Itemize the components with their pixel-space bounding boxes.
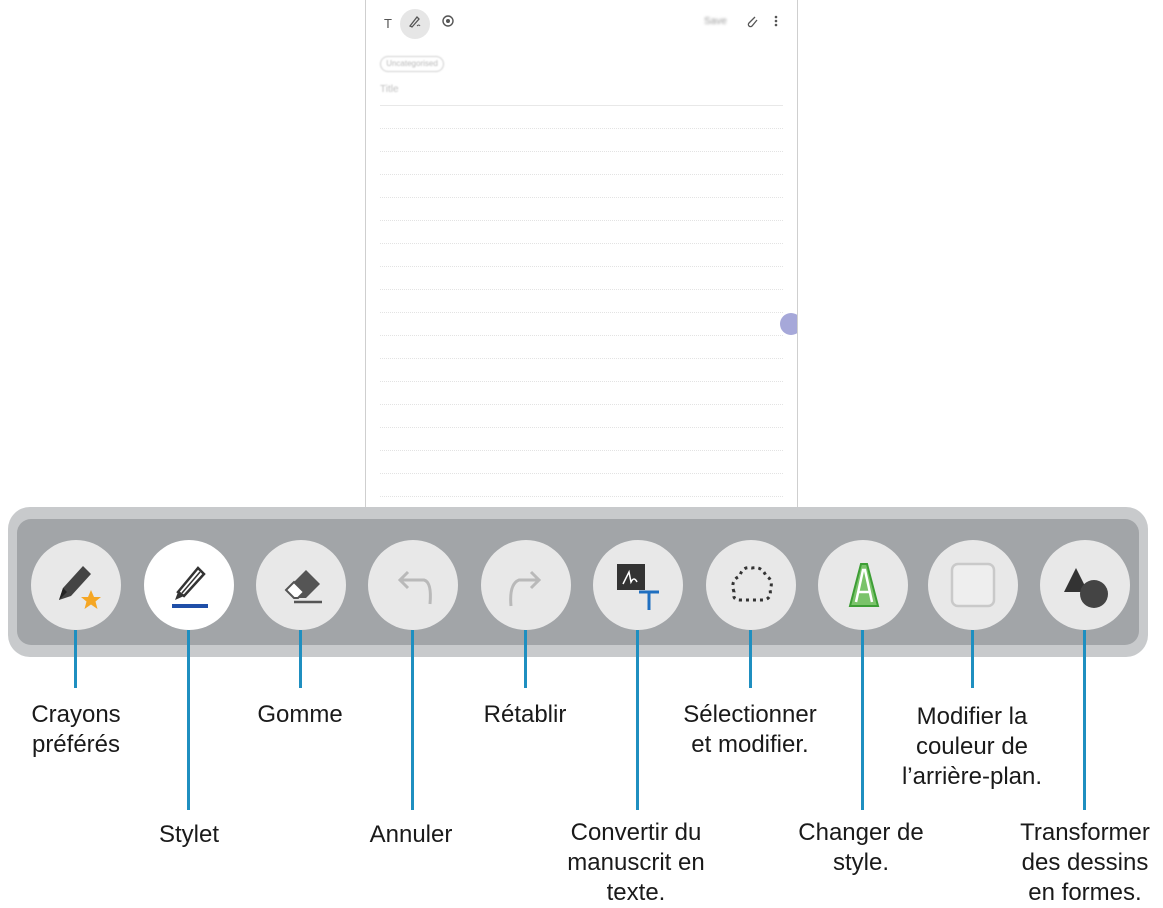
label-line: Transformer: [1020, 819, 1150, 846]
lasso-icon: [731, 566, 773, 602]
leader-background: [971, 630, 974, 688]
ruled-line: [380, 266, 783, 267]
label-redo: Rétablir: [483, 701, 567, 728]
square-icon: [950, 562, 996, 608]
ruled-line: [380, 174, 783, 175]
label-line: Modifier la: [916, 703, 1028, 730]
ruled-line: [380, 289, 783, 290]
brush-mode-icon[interactable]: [438, 14, 458, 34]
label-style: Changer de style.: [784, 818, 938, 878]
ruled-line: [380, 381, 783, 382]
title-divider: [380, 105, 783, 106]
label-background: Modifier la couleur de l’arrière-plan.: [895, 702, 1049, 792]
favorite-pens-button[interactable]: [31, 540, 121, 630]
ruled-line: [380, 243, 783, 244]
label-line: Sélectionner: [683, 701, 817, 728]
redo-arrow-icon: [509, 570, 542, 607]
pen-button[interactable]: [144, 540, 234, 630]
ruled-line: [380, 335, 783, 336]
label-line: Convertir du: [570, 819, 702, 846]
leader-style: [861, 630, 864, 810]
leader-redo: [524, 630, 527, 688]
selection-button[interactable]: [706, 540, 796, 630]
ruled-line: [380, 450, 783, 451]
background-color-button[interactable]: [928, 540, 1018, 630]
label-shapes: Transformer des dessins en formes.: [1010, 818, 1160, 908]
label-line: couleur de: [915, 733, 1029, 760]
ruled-line: [380, 151, 783, 152]
note-toolbar: T Save: [366, 0, 797, 48]
outlined-letter-a-icon: [848, 563, 880, 607]
shapes-button[interactable]: [1040, 540, 1130, 630]
label-convert: Convertir du manuscrit en texte.: [556, 818, 716, 908]
shapes-icon: [1064, 568, 1108, 608]
label-line: préférés: [31, 731, 121, 758]
leader-eraser: [299, 630, 302, 688]
fountain-pen-icon: [172, 566, 208, 608]
ruled-line: [380, 128, 783, 129]
label-line: Crayons: [31, 701, 121, 728]
convert-to-text-button[interactable]: [593, 540, 683, 630]
ruled-line: [380, 496, 783, 497]
leader-convert: [636, 630, 639, 810]
label-line: et modifier.: [691, 731, 809, 758]
ruled-line: [380, 473, 783, 474]
edit-fab-button[interactable]: [780, 313, 797, 335]
more-options-icon[interactable]: [766, 14, 786, 34]
label-line: Changer de: [798, 819, 924, 846]
eraser-icon: [284, 570, 322, 604]
label-line: manuscrit en: [567, 849, 705, 876]
label-selection: Sélectionner et modifier.: [670, 700, 830, 760]
label-favorite-pens: Crayons préférés: [26, 700, 126, 760]
save-button[interactable]: Save: [704, 16, 727, 27]
category-chip[interactable]: Uncategorised: [380, 56, 444, 72]
text-mode-icon[interactable]: T: [378, 14, 398, 34]
leader-selection: [749, 630, 752, 688]
label-pen: Stylet: [158, 821, 220, 848]
ruled-line: [380, 427, 783, 428]
attach-icon[interactable]: [742, 14, 762, 34]
ruled-line: [380, 197, 783, 198]
leader-pen: [187, 630, 190, 810]
ruled-line: [380, 404, 783, 405]
label-undo: Annuler: [369, 821, 453, 848]
leader-favorite-pens: [74, 630, 77, 688]
undo-button[interactable]: [368, 540, 458, 630]
redo-button[interactable]: [481, 540, 571, 630]
ruled-line: [380, 358, 783, 359]
ruled-line: [380, 312, 783, 313]
title-field[interactable]: Title: [380, 84, 399, 95]
leader-shapes: [1083, 630, 1086, 810]
undo-arrow-icon: [397, 570, 432, 605]
label-line: des dessins: [1021, 849, 1149, 876]
leader-undo: [411, 630, 414, 810]
handwriting-to-text-icon: [617, 564, 659, 610]
ruled-line: [380, 220, 783, 221]
label-line: style.: [832, 849, 889, 876]
eraser-button[interactable]: [256, 540, 346, 630]
pen-star-icon: [59, 566, 101, 609]
label-line: l’arrière-plan.: [901, 763, 1043, 790]
change-style-button[interactable]: [818, 540, 908, 630]
pen-mode-icon[interactable]: [405, 14, 425, 34]
note-editor-screen: T Save Uncategorised Title: [365, 0, 798, 510]
label-eraser: Gomme: [257, 701, 343, 728]
